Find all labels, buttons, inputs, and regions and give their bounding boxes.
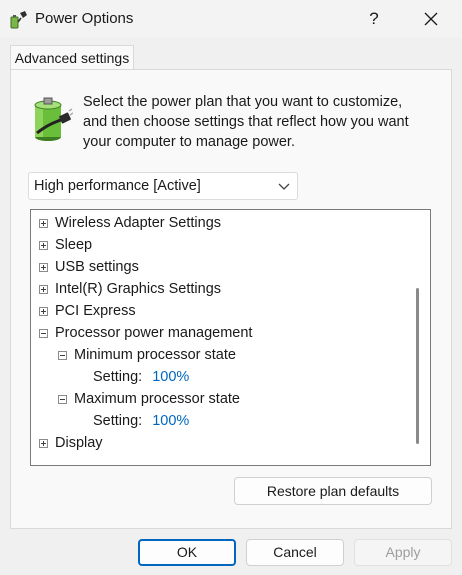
tree-item-processor-power-management[interactable]: Processor power management (39, 322, 252, 344)
collapse-minus-icon[interactable] (58, 351, 67, 360)
expand-plus-icon[interactable] (39, 241, 48, 250)
tree-item-label: Wireless Adapter Settings (55, 215, 222, 231)
scrollbar-thumb[interactable] (416, 288, 419, 444)
close-button[interactable] (414, 4, 448, 34)
setting-value[interactable]: 100% (152, 369, 189, 385)
tree-item-label: Minimum processor state (74, 347, 236, 363)
tree-item-usb-settings[interactable]: USB settings (39, 256, 139, 278)
tree-item-label: Display (55, 435, 103, 451)
tree-item-sleep[interactable]: Sleep (39, 234, 92, 256)
collapse-minus-icon[interactable] (58, 395, 67, 404)
tree-item-display[interactable]: Display (39, 432, 103, 454)
tree-item-intel-graphics-settings[interactable]: Intel(R) Graphics Settings (39, 278, 221, 300)
expand-plus-icon[interactable] (39, 439, 48, 448)
tree-item-setting-max[interactable]: Setting: 100% (93, 410, 189, 432)
power-plan-select[interactable]: High performance [Active] (28, 172, 298, 200)
collapse-minus-icon[interactable] (39, 329, 48, 338)
setting-label: Setting: (93, 369, 143, 385)
tree-item-minimum-processor-state[interactable]: Minimum processor state (58, 344, 236, 366)
cancel-button[interactable]: Cancel (246, 539, 344, 566)
tree-item-label: Processor power management (55, 325, 253, 341)
expand-plus-icon[interactable] (39, 307, 48, 316)
tree-item-label: Maximum processor state (74, 391, 240, 407)
battery-plug-icon (34, 97, 73, 141)
tree-item-label: Intel(R) Graphics Settings (55, 281, 222, 297)
tab-advanced-settings[interactable]: Advanced settings (10, 45, 134, 70)
title-bar: Power Options ? (0, 0, 462, 38)
restore-plan-defaults-button[interactable]: Restore plan defaults (234, 477, 432, 505)
tree-item-wireless-adapter-settings[interactable]: Wireless Adapter Settings (39, 212, 221, 234)
expand-plus-icon[interactable] (39, 263, 48, 272)
help-button[interactable]: ? (358, 4, 390, 34)
chevron-down-icon (278, 183, 290, 190)
ok-button[interactable]: OK (138, 539, 236, 566)
setting-value[interactable]: 100% (152, 413, 189, 429)
close-icon (424, 12, 438, 26)
expand-plus-icon[interactable] (39, 219, 48, 228)
expand-plus-icon[interactable] (39, 285, 48, 294)
tree-item-pci-express[interactable]: PCI Express (39, 300, 136, 322)
apply-button[interactable]: Apply (354, 539, 452, 566)
tree-item-label: USB settings (55, 259, 139, 275)
tree-item-maximum-processor-state[interactable]: Maximum processor state (58, 388, 240, 410)
settings-tree[interactable]: Wireless Adapter Settings Sleep USB sett… (30, 209, 431, 466)
power-plan-value: High performance [Active] (34, 178, 201, 194)
setting-label: Setting: (93, 413, 143, 429)
power-options-icon (10, 11, 27, 29)
tree-item-label: PCI Express (55, 303, 136, 319)
tree-item-label: Sleep (55, 237, 93, 253)
window-title: Power Options (35, 10, 134, 27)
description-text: Select the power plan that you want to c… (83, 94, 409, 150)
tree-item-setting-min[interactable]: Setting: 100% (93, 366, 189, 388)
